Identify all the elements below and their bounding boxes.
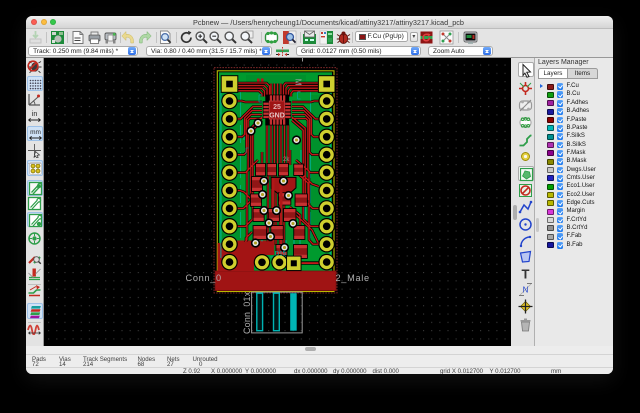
svg-text:D15: D15	[275, 251, 287, 257]
svg-text:mm: mm	[30, 129, 41, 136]
svg-text:2k: 2k	[283, 157, 289, 163]
svg-text:N: N	[523, 285, 529, 294]
svg-text:GND: GND	[269, 113, 285, 120]
svg-text:Conn_0: Conn_0	[185, 273, 221, 283]
svg-text:in: in	[32, 111, 38, 118]
svg-text:Conn_01x: Conn_01x	[242, 291, 252, 334]
svg-text:25: 25	[273, 104, 281, 111]
svg-text:T: T	[522, 267, 530, 282]
svg-text:2_Male: 2_Male	[335, 273, 369, 283]
svg-text:M: M	[293, 79, 303, 86]
